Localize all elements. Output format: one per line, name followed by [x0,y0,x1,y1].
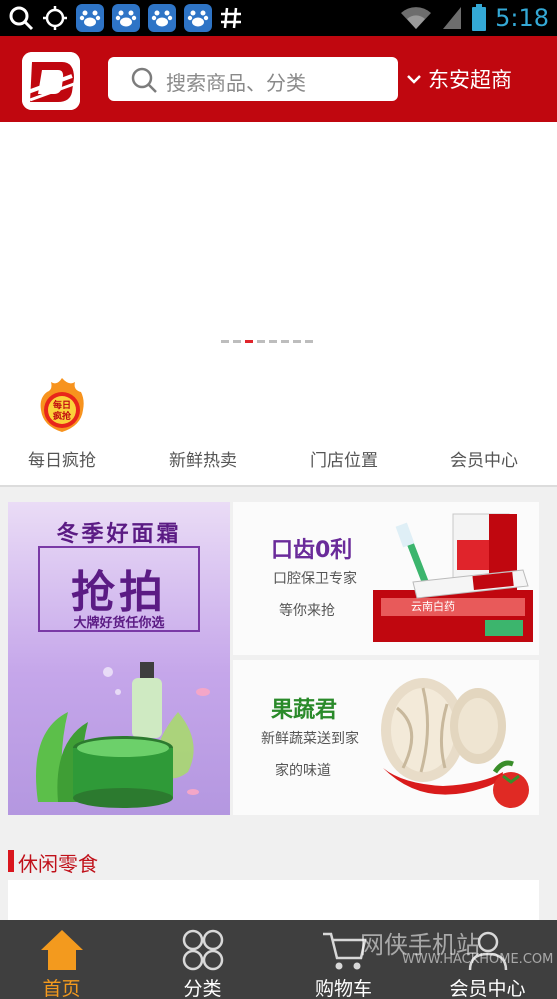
home-icon [41,930,83,970]
banner-carousel[interactable] [0,122,557,365]
quick-nav-label: 新鲜热卖 [169,451,237,471]
battery-icon [472,4,487,31]
store-selector[interactable]: 东安超商 [406,64,512,94]
carousel-dot [305,340,313,343]
store-name: 东安超商 [428,68,512,92]
tab-label: 分类 [183,978,222,999]
carousel-dot [281,340,289,343]
signal-icon [443,7,462,29]
quick-nav-store-location[interactable]: 门店位置 [284,372,404,484]
app-screen: 5:18 搜索商品、分类 东安超商 每日 疯抢 每日疯抢 新鲜热卖 门店位置 会… [0,0,557,999]
category-icon [182,929,224,971]
carousel-dots [221,340,313,343]
promo-vegetables-line1: 新鲜蔬菜送到家 [261,731,359,747]
promo-toothpaste[interactable]: 口齿0利 口腔保卫专家 等你来抢 云南白药 [233,502,539,655]
baidu-paw-icon [148,4,176,32]
promo-cream-title: 冬季好面霜 [56,522,182,547]
tab-category[interactable]: 分类 [133,920,272,999]
baidu-paw-icon [184,4,212,32]
daily-rush-badge-icon: 每日 疯抢 [39,376,85,434]
promo-vegetables-line2: 家的味道 [275,763,331,779]
app-logo[interactable] [22,52,80,110]
carousel-dot [257,340,265,343]
watermark-url: WWW.HACKHOME.COM [402,952,554,967]
promo-vegetables-title: 果蔬君 [271,698,338,723]
toothpaste-product-text: 云南白药 [411,599,455,613]
quick-nav-label: 每日疯抢 [28,451,96,471]
chevron-down-icon [407,75,421,84]
quick-nav-label: 门店位置 [310,451,378,471]
hash-icon [221,7,241,29]
tab-label: 首页 [42,978,81,999]
tab-label: 会员中心 [449,978,526,999]
carousel-dot-active [245,340,253,343]
status-bar-right-icons: 5:18 [399,4,549,32]
section-title: 休闲零食 [18,852,98,876]
tab-label: 购物车 [314,978,372,999]
promo-cream-main: 抢拍 [71,567,167,618]
status-bar: 5:18 [0,0,557,36]
status-bar-left-icons [8,4,242,32]
section-marker [8,850,14,872]
section-content [8,880,539,920]
promo-vegetables[interactable]: 果蔬君 新鲜蔬菜送到家 家的味道 [233,660,539,815]
promo-cream-sub: 大牌好货任你选 [73,616,165,631]
tab-home[interactable]: 首页 [0,920,131,999]
quick-nav-label: 会员中心 [450,451,518,471]
carousel-dot [233,340,241,343]
quick-nav-member-center[interactable]: 会员中心 [424,372,544,484]
mushroom-pepper-image [381,678,529,808]
promo-toothpaste-line1: 口腔保卫专家 [273,571,357,587]
quick-nav: 每日 疯抢 每日疯抢 新鲜热卖 门店位置 会员中心 [0,372,557,484]
search-placeholder: 搜索商品、分类 [166,71,306,95]
promo-toothpaste-title: 口齿0利 [271,538,353,563]
promo-cream[interactable]: 冬季好面霜 抢拍 大牌好货任你选 [8,502,230,815]
search-icon [131,67,157,93]
clock: 5:18 [495,4,549,32]
search-icon [9,6,34,31]
quick-nav-daily-rush[interactable]: 每日 疯抢 每日疯抢 [2,372,122,484]
svg-text:疯抢: 疯抢 [53,410,72,422]
baidu-paw-icon [112,4,140,32]
promo-toothpaste-line2: 等你来抢 [279,603,335,619]
app-header: 搜索商品、分类 东安超商 [0,36,557,122]
toothpaste-image: 云南白药 [373,513,533,642]
skincare-products-image [36,662,210,808]
carousel-dot [221,340,229,343]
carousel-dot [293,340,301,343]
search-box[interactable]: 搜索商品、分类 [108,57,398,101]
baidu-paw-icon [76,4,104,32]
svg-text:每日: 每日 [53,399,71,411]
carousel-dot [269,340,277,343]
crosshair-icon [43,6,67,30]
wifi-icon [401,7,432,29]
quick-nav-fresh-hot[interactable]: 新鲜热卖 [143,372,263,484]
